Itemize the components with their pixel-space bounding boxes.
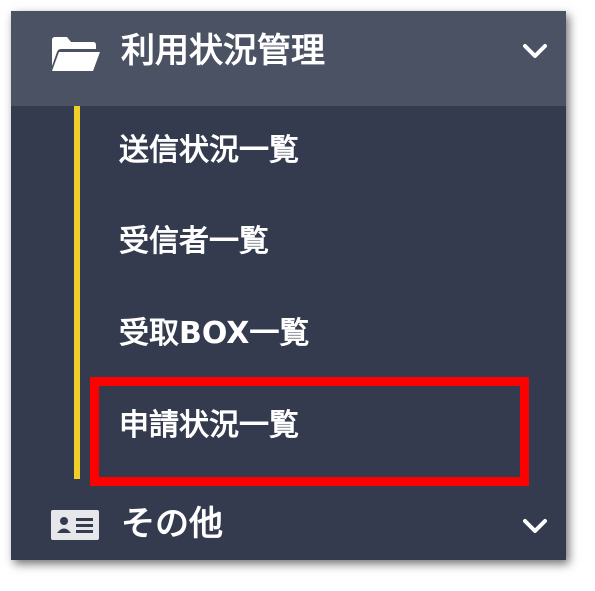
sidebar-menu: 利用状況管理 送信状況一覧 受信者一覧 受取BOX一覧 申請状況一覧 その他 <box>11 11 566 560</box>
other-section-label: その他 <box>121 504 223 544</box>
submenu-item-send-status[interactable]: 送信状況一覧 <box>89 106 529 192</box>
active-section-indicator <box>74 106 80 479</box>
chevron-down-icon[interactable] <box>522 518 548 534</box>
usage-section-header[interactable]: 利用状況管理 <box>11 11 566 106</box>
usage-section-label: 利用状況管理 <box>121 31 325 71</box>
other-section-header[interactable]: その他 <box>11 488 566 560</box>
submenu-item-recipients[interactable]: 受信者一覧 <box>89 197 529 283</box>
submenu-item-application-status[interactable]: 申請状況一覧 <box>89 381 529 467</box>
submenu-item-label: 受信者一覧 <box>119 224 269 259</box>
chevron-down-icon[interactable] <box>522 43 548 59</box>
submenu-item-label: 申請状況一覧 <box>119 408 299 443</box>
submenu-item-label: 送信状況一覧 <box>119 133 299 168</box>
usage-submenu: 送信状況一覧 受信者一覧 受取BOX一覧 申請状況一覧 <box>11 106 566 488</box>
submenu-item-label: 受取BOX一覧 <box>119 316 310 351</box>
id-card-icon <box>51 510 99 540</box>
folder-open-icon <box>52 37 100 71</box>
submenu-item-receive-box[interactable]: 受取BOX一覧 <box>89 289 529 375</box>
